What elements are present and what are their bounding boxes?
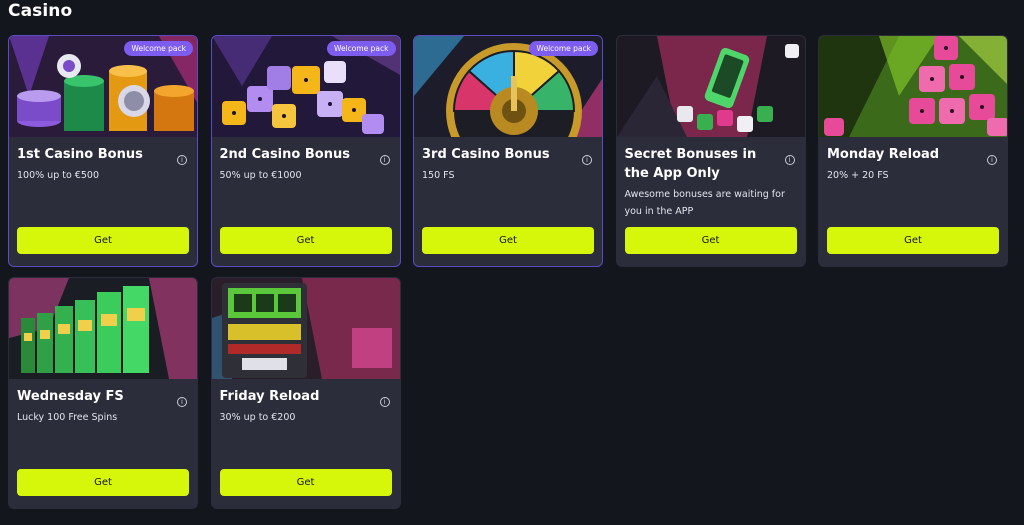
bonus-card-1st-casino[interactable]: Welcome pack 1st Casino Bonus i 100% up … — [8, 35, 198, 267]
card-description: Lucky 100 Free Spins — [17, 412, 118, 423]
card-description: Awesome bonuses are waiting for you in t… — [624, 189, 785, 217]
card-title: 3rd Casino Bonus — [422, 147, 550, 162]
get-button[interactable]: Get — [219, 227, 392, 254]
card-description: 50% up to €1000 — [219, 170, 302, 181]
get-button[interactable]: Get — [422, 227, 594, 254]
section-title: Casino — [8, 1, 73, 21]
get-button[interactable]: Get — [624, 227, 797, 254]
bonus-card-wednesday-fs[interactable]: Wednesday FS i Lucky 100 Free Spins Get — [8, 277, 198, 509]
bonus-card-monday-reload[interactable]: Monday Reload i 20% + 20 FS Get — [818, 35, 1008, 267]
phone-dice-art — [616, 36, 805, 137]
info-icon[interactable]: i — [379, 155, 390, 165]
card-description: 30% up to €200 — [219, 412, 296, 423]
pink-dice-art — [819, 36, 1007, 137]
card-title: Monday Reload — [827, 147, 940, 162]
card-description: 20% + 20 FS — [827, 170, 889, 181]
card-title: Secret Bonuses in the App Only — [624, 147, 757, 181]
welcome-pack-badge: Welcome pack — [529, 41, 598, 56]
card-title: Wednesday FS — [17, 389, 124, 404]
get-button[interactable]: Get — [827, 227, 999, 254]
card-title: 2nd Casino Bonus — [219, 147, 350, 162]
bonus-card-2nd-casino[interactable]: Welcome pack 2nd Casino Bonus i 50% up t… — [210, 35, 401, 267]
get-button[interactable]: Get — [219, 469, 392, 496]
bonus-card-friday-reload[interactable]: Friday Reload i 30% up to €200 Get — [210, 277, 401, 509]
bonus-card-3rd-casino[interactable]: Welcome pack 3rd Casino Bonus i 150 FS G… — [413, 35, 603, 267]
card-description: 150 FS — [422, 170, 455, 181]
welcome-pack-badge: Welcome pack — [124, 41, 193, 56]
slot-machines-row-art — [9, 278, 197, 379]
casino-chips-art: Welcome pack — [9, 36, 197, 137]
roulette-wheel-art: Welcome pack — [414, 36, 602, 137]
info-icon[interactable]: i — [177, 397, 187, 407]
info-icon[interactable]: i — [582, 155, 592, 165]
card-description: 100% up to €500 — [17, 170, 99, 181]
info-icon[interactable]: i — [379, 397, 390, 407]
info-icon[interactable]: i — [987, 155, 997, 165]
bonus-card-secret-app[interactable]: Secret Bonuses in the App Only i Awesome… — [615, 35, 806, 267]
card-title: 1st Casino Bonus — [17, 147, 143, 162]
info-icon[interactable]: i — [177, 155, 187, 165]
bonus-grid: Welcome pack 1st Casino Bonus i 100% up … — [8, 35, 1008, 509]
dice-art: Welcome pack — [211, 36, 400, 137]
slot-machine-art — [211, 278, 400, 379]
get-button[interactable]: Get — [17, 469, 189, 496]
card-title: Friday Reload — [219, 389, 320, 404]
get-button[interactable]: Get — [17, 227, 189, 254]
welcome-pack-badge: Welcome pack — [326, 41, 396, 56]
info-icon[interactable]: i — [784, 155, 795, 165]
